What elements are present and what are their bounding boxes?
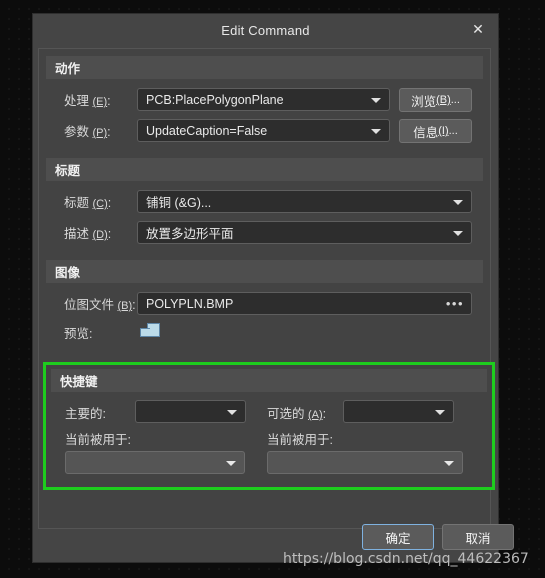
section-action: 动作 处理 (E): PCB:PlacePolygonPlane 浏览 (B).… [46,56,483,147]
section-caption-header: 标题 [46,158,483,181]
currently-used-left-label: 当前被用于: [65,433,131,447]
bitmap-file-label-wrap: 位图文件 (B): [64,294,136,313]
chevron-down-icon [453,230,463,236]
close-icon[interactable]: ✕ [466,18,490,42]
description-label: 描述 (D): [64,227,112,241]
section-caption-title: 标题 [55,164,81,178]
description-value: 放置多边形平面 [146,227,234,241]
params-value: UpdateCaption=False [146,123,268,138]
handler-label-wrap: 处理 (E): [64,90,111,109]
section-image-body: 位图文件 (B): POLYPLN.BMP ••• 预览: [46,283,483,353]
params-label: 参数 (P): [64,125,111,139]
section-shortcut-header: 快捷键 [51,369,487,392]
currently-used-left-combobox[interactable] [65,451,245,474]
ok-button[interactable]: 确定 [362,524,434,550]
caption-combobox[interactable]: 铺铜 (&G)... [137,190,472,213]
section-shortcut-title: 快捷键 [60,375,98,389]
info-button[interactable]: 信息 (I)... [399,119,472,143]
section-caption-body: 标题 (C): 铺铜 (&G)... 描述 (D): 放置多边形平面 [46,181,483,249]
section-image-title: 图像 [55,266,81,280]
chevron-down-icon [444,460,454,466]
chevron-down-icon [435,409,445,415]
bitmap-file-label: 位图文件 (B): [64,298,136,312]
dialog-content-panel: 动作 处理 (E): PCB:PlacePolygonPlane 浏览 (B).… [38,48,495,529]
handler-value: PCB:PlacePolygonPlane [146,92,284,107]
currently-used-right-label-wrap: 当前被用于: [267,429,333,448]
alternate-shortcut-label: 可选的 (A): [267,407,327,421]
dialog-titlebar: Edit Command ✕ [33,14,498,46]
section-image-header: 图像 [46,260,483,283]
watermark-text: https://blog.csdn.net/qq_44622367 [283,551,529,567]
ellipsis-icon[interactable]: ••• [446,293,464,314]
primary-shortcut-label-wrap: 主要的: [65,403,106,422]
caption-value: 铺铜 (&G)... [146,196,212,210]
primary-shortcut-label: 主要的: [65,407,106,421]
chevron-down-icon [371,128,381,134]
currently-used-left-label-wrap: 当前被用于: [65,429,131,448]
currently-used-right-label: 当前被用于: [267,433,333,447]
browse-button[interactable]: 浏览 (B)... [399,88,472,112]
primary-shortcut-combobox[interactable] [135,400,246,423]
caption-label-wrap: 标题 (C): [64,192,111,211]
description-combobox[interactable]: 放置多边形平面 [137,221,472,244]
chevron-down-icon [371,97,381,103]
bitmap-file-field[interactable]: POLYPLN.BMP ••• [137,292,472,315]
handler-combobox[interactable]: PCB:PlacePolygonPlane [137,88,390,111]
alternate-shortcut-label-wrap: 可选的 (A): [267,403,326,422]
preview-label: 预览: [64,327,93,341]
polygon-plane-icon [140,323,160,337]
chevron-down-icon [227,409,237,415]
section-shortcut-body: 主要的: 可选的 (A): 当前被用于: 当前被用于: [51,392,487,481]
edit-command-dialog: Edit Command ✕ 动作 处理 (E): PCB:PlacePolyg… [33,14,514,562]
alternate-shortcut-combobox[interactable] [343,400,454,423]
currently-used-right-combobox[interactable] [267,451,463,474]
section-image: 图像 位图文件 (B): POLYPLN.BMP ••• 预览: [46,260,483,353]
handler-label: 处理 (E): [64,94,111,108]
section-action-header: 动作 [46,56,483,79]
params-combobox[interactable]: UpdateCaption=False [137,119,390,142]
caption-label: 标题 (C): [64,196,112,210]
dialog-title: Edit Command [221,22,310,38]
bitmap-file-value: POLYPLN.BMP [146,296,234,311]
section-action-title: 动作 [55,62,81,76]
cancel-button[interactable]: 取消 [442,524,514,550]
params-label-wrap: 参数 (P): [64,121,111,140]
section-shortcut: 快捷键 主要的: 可选的 (A): 当前被用于: 当前被用于: [43,362,495,490]
preview-label-wrap: 预览: [64,323,92,342]
section-action-body: 处理 (E): PCB:PlacePolygonPlane 浏览 (B)... … [46,79,483,147]
description-label-wrap: 描述 (D): [64,223,111,242]
chevron-down-icon [226,460,236,466]
chevron-down-icon [453,199,463,205]
section-caption: 标题 标题 (C): 铺铜 (&G)... 描述 (D): 放置多边形平面 [46,158,483,249]
